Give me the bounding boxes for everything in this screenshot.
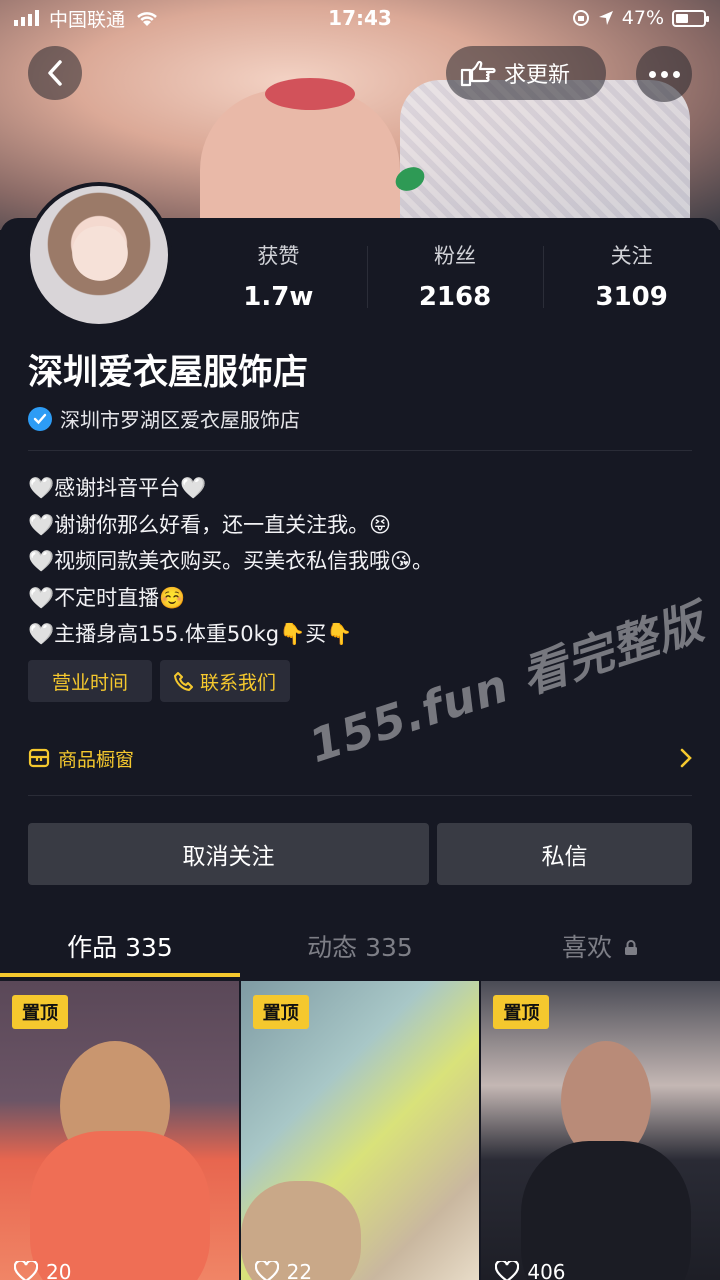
- stat-likes-value: 1.7w: [243, 282, 314, 312]
- stat-followers-label: 粉丝: [434, 244, 476, 268]
- video-thumbnail[interactable]: 置顶 22: [240, 981, 480, 1280]
- request-update-button[interactable]: 求更新: [446, 46, 606, 100]
- signal-icon: [14, 10, 39, 26]
- video-likes: 20: [14, 1260, 71, 1280]
- video-grid: 置顶 20 置顶 22 置顶 406: [0, 981, 720, 1280]
- back-button[interactable]: [28, 46, 82, 100]
- divider: [28, 795, 692, 796]
- profile-stats: 获赞 1.7w 粉丝 2168 关注 3109: [190, 240, 720, 312]
- cover-lace-detail: [400, 80, 690, 230]
- stat-likes[interactable]: 获赞 1.7w: [190, 240, 367, 312]
- stat-following-value: 3109: [595, 282, 668, 312]
- tab-likes[interactable]: 喜欢: [480, 915, 720, 977]
- verified-info: 深圳市罗湖区爱衣屋服饰店: [28, 404, 300, 433]
- video-likes-count: 406: [527, 1260, 566, 1280]
- video-likes-count: 22: [286, 1260, 313, 1280]
- tab-works-label: 作品 335: [67, 933, 173, 962]
- pinned-badge: 置顶: [493, 995, 550, 1029]
- action-buttons: 取消关注 私信: [28, 823, 692, 885]
- pinned-badge: 置顶: [12, 995, 68, 1029]
- chevron-right-icon: [680, 748, 692, 768]
- tab-dynamics-label: 动态 335: [307, 933, 413, 962]
- stat-likes-label: 获赞: [257, 244, 300, 268]
- video-thumbnail[interactable]: 置顶 406: [481, 981, 720, 1280]
- more-dots-icon: [648, 70, 656, 78]
- bio-line: 🤍感谢抖音平台🤍: [28, 476, 207, 500]
- business-hours-button[interactable]: 营业时间: [28, 660, 153, 702]
- hand-pointing-icon: [460, 60, 496, 87]
- stat-followers-value: 2168: [418, 282, 492, 312]
- phone-icon: [174, 672, 194, 691]
- pinned-badge: 置顶: [252, 995, 309, 1029]
- tab-dynamics[interactable]: 动态 335: [240, 915, 480, 977]
- bio-line: 🤍主播身高155.体重50kg👇买👇: [28, 622, 353, 646]
- bio-line: 🤍谢谢你那么好看，还一直关注我。😝: [28, 512, 392, 537]
- video-likes: 406: [495, 1260, 566, 1280]
- shop-window-icon: [28, 748, 50, 768]
- unfollow-button[interactable]: 取消关注: [28, 823, 429, 885]
- lock-icon: [624, 940, 637, 955]
- tab-works[interactable]: 作品 335: [0, 915, 240, 977]
- orientation-lock-icon: [572, 10, 589, 26]
- content-tabs: 作品 335 动态 335 喜欢: [0, 915, 720, 977]
- thumbnail-coat: [30, 1131, 210, 1280]
- status-bar: 中国联通 17:43 47%: [0, 0, 720, 36]
- battery-percent: 47%: [621, 7, 664, 29]
- cover-hand: [200, 90, 400, 230]
- tab-likes-label: 喜欢: [562, 933, 613, 962]
- heart-icon: [495, 1261, 520, 1280]
- wifi-icon: [137, 12, 157, 26]
- verified-name: 深圳市罗湖区爱衣屋服饰店: [60, 408, 300, 432]
- video-likes: 22: [254, 1260, 313, 1280]
- battery-icon: [672, 9, 709, 27]
- verified-check-icon: [28, 406, 52, 431]
- status-time: 17:43: [328, 6, 392, 30]
- video-likes-count: 20: [46, 1260, 72, 1280]
- request-update-label: 求更新: [504, 63, 571, 88]
- carrier-label: 中国联通: [49, 8, 126, 31]
- contact-us-label: 联系我们: [200, 671, 277, 694]
- business-hours-label: 营业时间: [52, 671, 129, 694]
- bio-line: 🤍不定时直播☺️: [28, 585, 186, 610]
- location-icon: [598, 11, 613, 25]
- heart-icon: [254, 1261, 279, 1280]
- stat-following[interactable]: 关注 3109: [543, 240, 720, 312]
- contact-us-button[interactable]: 联系我们: [160, 660, 291, 702]
- avatar[interactable]: [26, 182, 172, 328]
- heart-icon: [14, 1261, 38, 1280]
- more-button[interactable]: [636, 46, 692, 102]
- stat-followers[interactable]: 粉丝 2168: [366, 240, 544, 312]
- chevron-left-icon: [48, 60, 62, 86]
- message-button[interactable]: 私信: [437, 823, 692, 885]
- video-thumbnail[interactable]: 置顶 20: [0, 981, 239, 1280]
- cover-lips: [265, 78, 355, 110]
- profile-name: 深圳爱衣屋服饰店: [28, 353, 309, 393]
- divider: [28, 450, 692, 451]
- bio-line: 🤍视频同款美衣购买。买美衣私信我哦😘。: [28, 549, 434, 573]
- stat-following-label: 关注: [610, 244, 653, 268]
- profile-bio: 🤍感谢抖音平台🤍 🤍谢谢你那么好看，还一直关注我。😝 🤍视频同款美衣购买。买美衣…: [28, 470, 433, 653]
- shop-window-label: 商品橱窗: [58, 748, 135, 771]
- profile-tags: 营业时间 联系我们: [28, 660, 291, 702]
